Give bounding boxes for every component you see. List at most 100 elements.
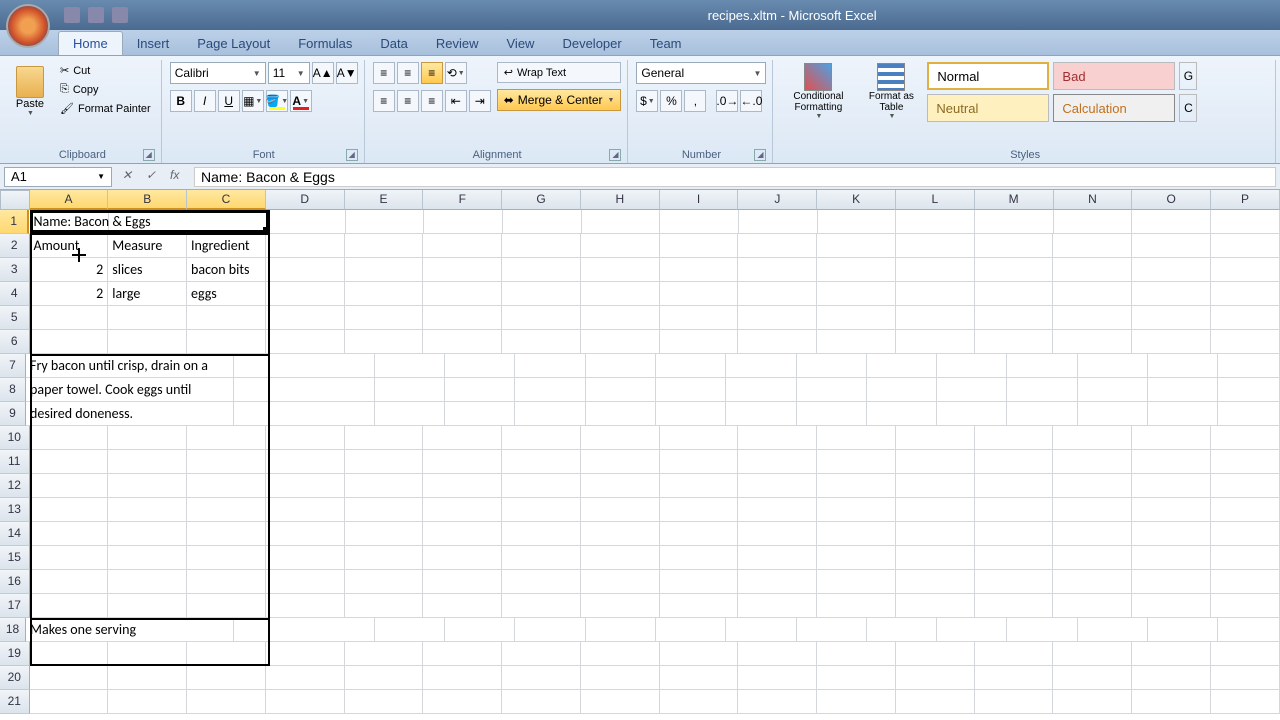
cell-E1[interactable] — [346, 210, 425, 234]
grow-font-button[interactable]: A▲ — [312, 62, 334, 84]
cell-O13[interactable] — [1132, 498, 1211, 522]
cell-L13[interactable] — [896, 498, 975, 522]
cell-B18[interactable] — [234, 618, 304, 642]
tab-home[interactable]: Home — [58, 31, 123, 55]
cut-button[interactable]: ✂Cut — [56, 62, 155, 79]
cell-G20[interactable] — [502, 666, 581, 690]
cell-D1[interactable] — [267, 210, 346, 234]
row-header-1[interactable]: 1 — [0, 210, 29, 234]
cell-P15[interactable] — [1211, 546, 1280, 570]
tab-team[interactable]: Team — [636, 32, 696, 55]
cell-L18[interactable] — [937, 618, 1007, 642]
cell-M7[interactable] — [1007, 354, 1077, 378]
cell-A7[interactable]: Fry bacon until crisp, drain on a — [26, 354, 234, 378]
cell-F7[interactable] — [515, 354, 585, 378]
decrease-indent-button[interactable]: ⇤ — [445, 90, 467, 112]
col-header-n[interactable]: N — [1054, 190, 1133, 210]
cell-H17[interactable] — [581, 594, 660, 618]
cell-J1[interactable] — [739, 210, 818, 234]
cell-F11[interactable] — [423, 450, 502, 474]
cell-C10[interactable] — [187, 426, 266, 450]
style-check-partial[interactable]: C — [1179, 94, 1197, 122]
col-header-c[interactable]: C — [187, 190, 266, 210]
cell-G6[interactable] — [502, 330, 581, 354]
cell-P5[interactable] — [1211, 306, 1280, 330]
cell-K5[interactable] — [817, 306, 896, 330]
cell-O6[interactable] — [1132, 330, 1211, 354]
copy-button[interactable]: ⎘Copy — [56, 81, 155, 98]
underline-button[interactable]: U — [218, 90, 240, 112]
cell-D5[interactable] — [266, 306, 345, 330]
cell-K14[interactable] — [817, 522, 896, 546]
bold-button[interactable]: B — [170, 90, 192, 112]
cell-D6[interactable] — [266, 330, 345, 354]
increase-decimal-button[interactable]: .0→ — [716, 90, 738, 112]
cell-I7[interactable] — [726, 354, 796, 378]
cell-J5[interactable] — [738, 306, 817, 330]
cell-C12[interactable] — [187, 474, 266, 498]
cell-N21[interactable] — [1053, 690, 1132, 714]
cell-I14[interactable] — [660, 522, 739, 546]
cell-I18[interactable] — [726, 618, 796, 642]
cell-I13[interactable] — [660, 498, 739, 522]
cell-J15[interactable] — [738, 546, 817, 570]
cell-C1[interactable] — [188, 210, 267, 234]
cell-G18[interactable] — [586, 618, 656, 642]
cell-P9[interactable] — [1218, 402, 1280, 426]
cell-F2[interactable] — [423, 234, 502, 258]
cell-H13[interactable] — [581, 498, 660, 522]
cell-C15[interactable] — [187, 546, 266, 570]
align-left-button[interactable]: ≡ — [373, 90, 395, 112]
cell-J19[interactable] — [738, 642, 817, 666]
cell-C16[interactable] — [187, 570, 266, 594]
cell-K9[interactable] — [867, 402, 937, 426]
cell-P18[interactable] — [1218, 618, 1280, 642]
qat-save-icon[interactable] — [64, 7, 80, 23]
cell-M3[interactable] — [975, 258, 1054, 282]
cell-A4[interactable]: 2 — [30, 282, 109, 306]
cell-L9[interactable] — [937, 402, 1007, 426]
cell-M5[interactable] — [975, 306, 1054, 330]
cell-M20[interactable] — [975, 666, 1054, 690]
cell-E9[interactable] — [445, 402, 515, 426]
cell-C18[interactable] — [305, 618, 375, 642]
number-format-combo[interactable]: General▼ — [636, 62, 766, 84]
cell-D13[interactable] — [266, 498, 345, 522]
cell-F3[interactable] — [423, 258, 502, 282]
cell-L7[interactable] — [937, 354, 1007, 378]
cancel-icon[interactable]: ✕ — [122, 168, 140, 186]
cell-D14[interactable] — [266, 522, 345, 546]
cell-M16[interactable] — [975, 570, 1054, 594]
cell-B13[interactable] — [108, 498, 187, 522]
cell-H1[interactable] — [582, 210, 661, 234]
cell-M17[interactable] — [975, 594, 1054, 618]
cell-H4[interactable] — [581, 282, 660, 306]
row-header-20[interactable]: 20 — [0, 666, 30, 690]
row-header-11[interactable]: 11 — [0, 450, 30, 474]
cell-M13[interactable] — [975, 498, 1054, 522]
align-top-button[interactable]: ≡ — [373, 62, 395, 84]
cell-B3[interactable]: slices — [108, 258, 187, 282]
cell-J16[interactable] — [738, 570, 817, 594]
cell-H3[interactable] — [581, 258, 660, 282]
cell-O15[interactable] — [1132, 546, 1211, 570]
select-all-corner[interactable] — [0, 190, 30, 210]
tab-developer[interactable]: Developer — [548, 32, 635, 55]
cell-M2[interactable] — [975, 234, 1054, 258]
cell-D20[interactable] — [266, 666, 345, 690]
cell-L8[interactable] — [937, 378, 1007, 402]
row-header-2[interactable]: 2 — [0, 234, 30, 258]
cell-N17[interactable] — [1053, 594, 1132, 618]
row-header-17[interactable]: 17 — [0, 594, 30, 618]
cell-H6[interactable] — [581, 330, 660, 354]
cell-C7[interactable] — [305, 354, 375, 378]
cell-O11[interactable] — [1132, 450, 1211, 474]
cell-I21[interactable] — [660, 690, 739, 714]
cell-I2[interactable] — [660, 234, 739, 258]
cell-F10[interactable] — [423, 426, 502, 450]
cell-E18[interactable] — [445, 618, 515, 642]
cell-I6[interactable] — [660, 330, 739, 354]
cell-A12[interactable] — [30, 474, 109, 498]
cell-C13[interactable] — [187, 498, 266, 522]
cell-M19[interactable] — [975, 642, 1054, 666]
